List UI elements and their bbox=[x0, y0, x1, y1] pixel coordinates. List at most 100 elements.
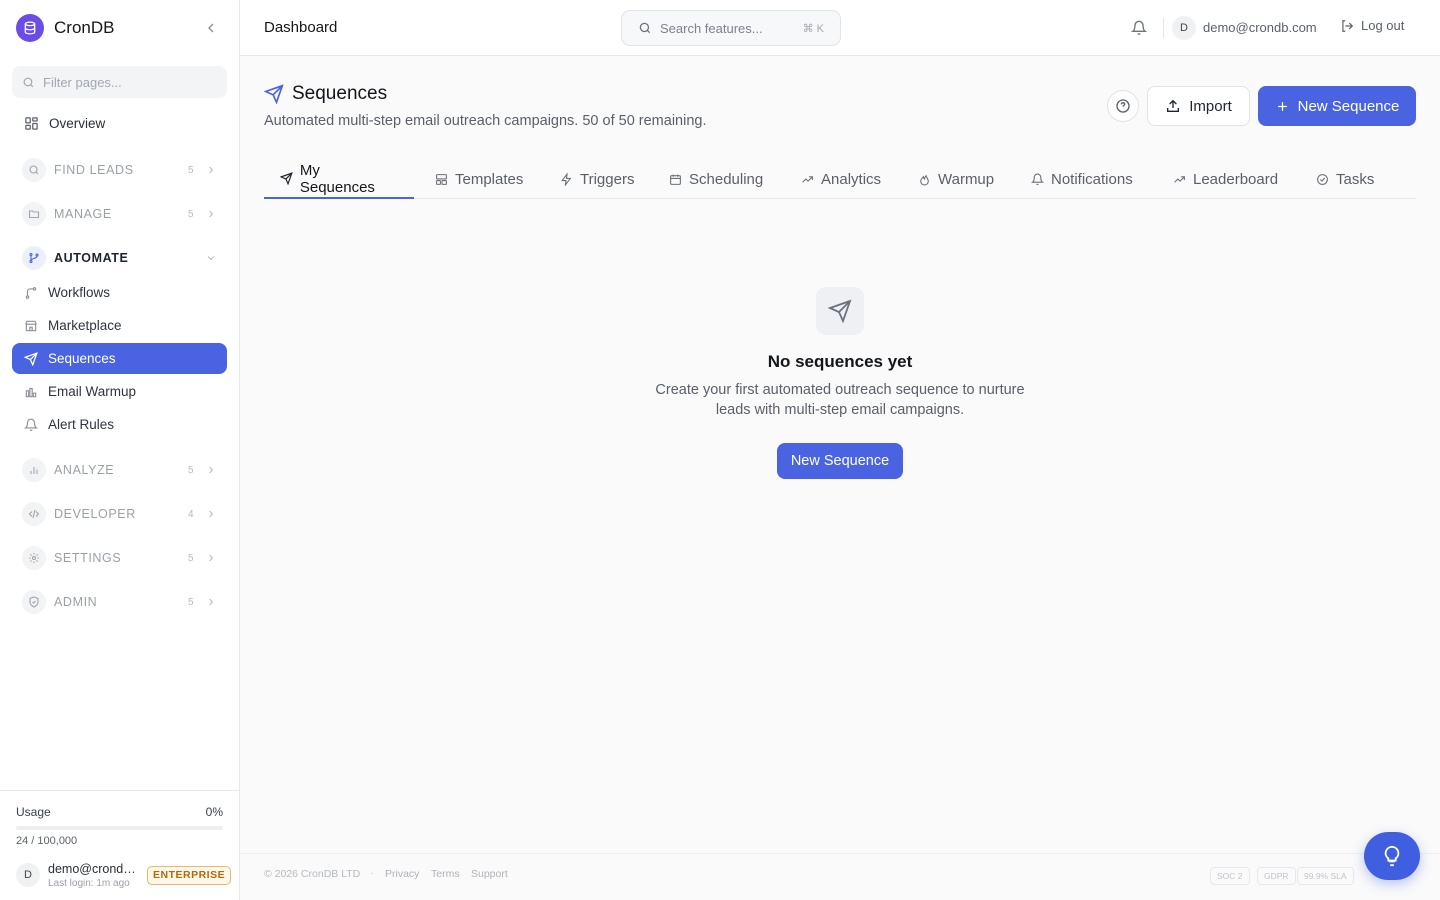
bell-icon bbox=[24, 418, 38, 431]
check-circle-icon bbox=[1317, 174, 1328, 185]
footer-link-terms[interactable]: Terms bbox=[431, 868, 460, 880]
empty-state-new-sequence-button[interactable]: New Sequence bbox=[777, 443, 903, 479]
sidebar-group-automate[interactable]: AUTOMATE bbox=[12, 242, 227, 274]
empty-state-description: Create your first automated outreach seq… bbox=[655, 382, 1025, 418]
new-sequence-button[interactable]: New Sequence bbox=[1258, 86, 1416, 126]
shield-icon bbox=[22, 590, 46, 614]
usage-label: Usage bbox=[16, 805, 51, 819]
chevron-down-icon bbox=[207, 256, 215, 261]
import-button[interactable]: Import bbox=[1147, 86, 1250, 126]
footer-link-support[interactable]: Support bbox=[471, 868, 508, 880]
compliance-badge: GDPR bbox=[1257, 867, 1296, 885]
tab-scheduling[interactable]: Scheduling bbox=[653, 160, 779, 199]
footer-separator: · bbox=[370, 867, 374, 879]
compliance-badge: SOC 2 bbox=[1210, 867, 1250, 885]
trend-icon bbox=[1174, 176, 1185, 183]
brand[interactable]: CronDB bbox=[16, 14, 114, 42]
tab-my-sequences[interactable]: My Sequences bbox=[264, 160, 414, 199]
filter-pages-input[interactable] bbox=[43, 74, 203, 90]
sidebar-group-manage[interactable]: MANAGE 5 bbox=[12, 198, 227, 230]
bell-icon[interactable] bbox=[1131, 20, 1147, 36]
sidebar-item-alert-rules[interactable]: Alert Rules bbox=[12, 409, 227, 440]
lightbulb-icon bbox=[1384, 845, 1400, 867]
chevron-right-icon bbox=[209, 554, 214, 562]
sidebar-group-find-leads[interactable]: FIND LEADS 5 bbox=[12, 154, 227, 186]
filter-pages[interactable] bbox=[12, 66, 227, 98]
sidebar-item-email-warmup[interactable]: Email Warmup bbox=[12, 376, 227, 407]
tab-label: Tasks bbox=[1336, 171, 1375, 188]
sidebar-item-overview[interactable]: Overview bbox=[12, 108, 227, 138]
copyright: © 2026 CronDB LTD bbox=[264, 868, 361, 880]
sidebar-item-label: Alert Rules bbox=[48, 417, 115, 432]
chevron-right-icon bbox=[209, 510, 214, 518]
user-info: demo@crondb.com Last login: 1m ago bbox=[48, 862, 138, 889]
usage-count: 24 / 100,000 bbox=[16, 835, 78, 847]
chevron-right-icon bbox=[209, 210, 214, 218]
tab-leaderboard[interactable]: Leaderboard bbox=[1157, 160, 1294, 199]
tab-tasks[interactable]: Tasks bbox=[1300, 160, 1390, 199]
tab-analytics[interactable]: Analytics bbox=[785, 160, 897, 199]
group-label: ANALYZE bbox=[54, 463, 115, 477]
tab-label: Leaderboard bbox=[1193, 171, 1279, 188]
sidebar-item-label: Workflows bbox=[48, 285, 111, 300]
tab-templates[interactable]: Templates bbox=[419, 160, 539, 199]
help-button[interactable] bbox=[1107, 90, 1139, 122]
sidebar-item-label: Sequences bbox=[48, 351, 116, 366]
search-shortcut: ⌘ K bbox=[802, 22, 824, 35]
tab-triggers[interactable]: Triggers bbox=[544, 160, 650, 199]
bar-chart-icon bbox=[22, 458, 46, 482]
sidebar-item-marketplace[interactable]: Marketplace bbox=[12, 310, 227, 341]
plan-badge: ENTERPRISE bbox=[147, 866, 232, 885]
sidebar-item-workflows[interactable]: Workflows bbox=[12, 277, 227, 308]
search-placeholder: Search features... bbox=[660, 20, 763, 36]
sidebar-group-settings[interactable]: SETTINGS 5 bbox=[12, 542, 227, 574]
search-icon bbox=[22, 158, 46, 182]
tips-button[interactable] bbox=[1364, 832, 1420, 880]
sidebar-group-admin[interactable]: ADMIN 5 bbox=[12, 586, 227, 618]
sidebar: CronDB Overview FIND LEADS 5 MANAGE 5 AU… bbox=[0, 0, 240, 900]
logout-icon bbox=[1342, 19, 1354, 32]
user-card[interactable]: D demo@crondb.com Last login: 1m ago ENT… bbox=[16, 861, 232, 889]
logout-button[interactable]: Log out bbox=[1340, 18, 1404, 33]
group-label: AUTOMATE bbox=[54, 251, 129, 265]
collapse-sidebar-icon[interactable] bbox=[203, 20, 219, 36]
user-email[interactable]: demo@crondb.com bbox=[1203, 20, 1317, 35]
sidebar-group-developer[interactable]: DEVELOPER 4 bbox=[12, 498, 227, 530]
search-icon bbox=[23, 77, 34, 87]
usage-panel: Usage 0% 24 / 100,000 D demo@crondb.com … bbox=[0, 790, 239, 900]
group-label: DEVELOPER bbox=[54, 507, 136, 521]
sidebar-item-label: Marketplace bbox=[48, 318, 122, 333]
tab-label: Templates bbox=[455, 171, 524, 188]
upload-icon bbox=[1167, 99, 1180, 112]
tab-label: Notifications bbox=[1051, 171, 1133, 188]
usage-progress-bar bbox=[16, 826, 223, 830]
store-icon bbox=[25, 320, 37, 331]
topbar: Dashboard Search features... ⌘ K D demo@… bbox=[240, 0, 1440, 56]
tab-warmup[interactable]: Warmup bbox=[902, 160, 1010, 199]
workflow-icon bbox=[25, 286, 37, 299]
tab-label: Analytics bbox=[821, 171, 882, 188]
trend-icon bbox=[802, 176, 813, 183]
brand-name: CronDB bbox=[54, 18, 115, 37]
tab-notifications[interactable]: Notifications bbox=[1015, 160, 1149, 199]
send-icon bbox=[264, 84, 284, 104]
send-icon bbox=[24, 351, 38, 366]
sidebar-item-sequences[interactable]: Sequences bbox=[12, 343, 227, 374]
breadcrumb: Dashboard bbox=[264, 19, 338, 36]
chevron-right-icon bbox=[209, 166, 214, 174]
send-icon bbox=[280, 172, 293, 185]
bell-icon bbox=[1031, 173, 1044, 185]
footer-link-privacy[interactable]: Privacy bbox=[385, 868, 419, 880]
group-count: 5 bbox=[188, 208, 194, 220]
group-count: 5 bbox=[188, 596, 194, 608]
divider bbox=[1163, 18, 1164, 38]
search-features[interactable]: Search features... ⌘ K bbox=[621, 10, 841, 46]
sidebar-group-analyze[interactable]: ANALYZE 5 bbox=[12, 454, 227, 486]
warmup-icon bbox=[25, 387, 37, 397]
database-logo-icon bbox=[16, 14, 44, 42]
grid-icon bbox=[25, 116, 38, 130]
tab-label: Scheduling bbox=[689, 171, 764, 188]
plus-icon bbox=[1277, 101, 1287, 111]
group-count: 5 bbox=[188, 552, 194, 564]
avatar[interactable]: D bbox=[1172, 16, 1196, 40]
